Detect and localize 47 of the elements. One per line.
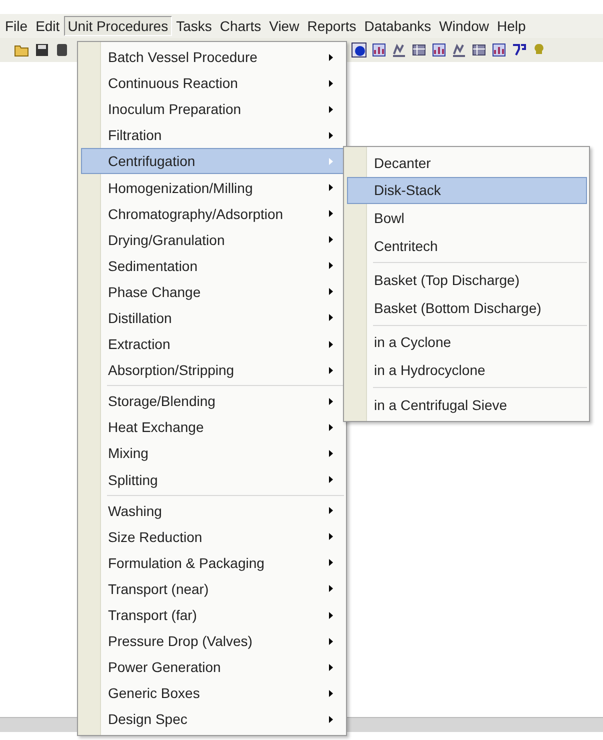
chart-icon[interactable] [391, 42, 407, 58]
menu-item[interactable]: Splitting [81, 466, 344, 493]
menu-item[interactable]: Phase Change [81, 278, 344, 305]
menu-item[interactable]: Batch Vessel Procedure [81, 44, 344, 70]
menu-item[interactable]: Pressure Drop (Valves) [81, 628, 344, 654]
menu-item[interactable]: Centritech [347, 232, 587, 260]
menu-bar-item[interactable]: Help [492, 16, 530, 36]
menu-item[interactable]: Extraction [81, 331, 344, 358]
menu-item[interactable]: Washing [81, 498, 344, 524]
menu-item[interactable]: Chromatography/Adsorption [81, 200, 344, 227]
menu-bar-item[interactable]: Tasks [172, 16, 216, 36]
menu-item[interactable]: Heat Exchange [81, 414, 344, 440]
menu-item[interactable]: Inoculum Preparation [81, 96, 344, 122]
menu-item[interactable]: Basket (Bottom Discharge) [347, 294, 587, 322]
menu-item[interactable]: in a Cyclone [347, 328, 587, 356]
menu-item[interactable]: Mixing [81, 440, 344, 466]
menu-bar-item[interactable]: View [265, 16, 304, 36]
menu-item[interactable]: Decanter [347, 149, 587, 177]
grid-icon[interactable] [411, 42, 427, 58]
menu-item[interactable]: Filtration [81, 122, 344, 148]
menu-item[interactable]: Formulation & Packaging [81, 550, 344, 576]
menu-item[interactable]: in a Hydrocyclone [347, 356, 587, 384]
menu-item[interactable]: Homogenization/Milling [81, 174, 344, 201]
menu-item[interactable]: in a Centrifugal Sieve [347, 390, 587, 418]
menu-item[interactable]: Transport (near) [81, 576, 344, 602]
menu-item[interactable]: Storage/Blending [81, 388, 344, 414]
menu-item[interactable]: Bowl [347, 204, 587, 232]
menu-item[interactable]: Distillation [81, 304, 344, 332]
menu-item[interactable]: Generic Boxes [81, 680, 344, 706]
menu-item[interactable]: Basket (Top Discharge) [347, 266, 587, 294]
menu-bar-item[interactable]: Reports [303, 16, 360, 36]
menu-item[interactable]: Disk-Stack [347, 176, 587, 204]
menu-bar-item[interactable]: Window [435, 16, 493, 36]
menu-bar-item[interactable]: Edit [32, 16, 64, 36]
menu-item[interactable]: Transport (far) [81, 602, 344, 628]
menu-item[interactable]: Power Generation [81, 654, 344, 680]
menu-bar-item[interactable]: Databanks [360, 16, 436, 36]
menu-item[interactable]: Drying/Granulation [81, 226, 344, 253]
menu-bar-item[interactable]: Charts [216, 16, 266, 36]
menu-item[interactable]: Continuous Reaction [81, 70, 344, 96]
menu-item[interactable]: Design Spec [81, 706, 344, 732]
menu-item[interactable]: Size Reduction [81, 524, 344, 550]
menu-item[interactable]: Absorption/Stripping [81, 357, 344, 384]
menu-item[interactable]: Sedimentation [81, 252, 344, 279]
menu-bar-item[interactable]: Unit Procedures [64, 16, 172, 36]
menu-item[interactable]: Centrifugation [81, 148, 344, 174]
menu-bar-item[interactable]: File [1, 16, 32, 36]
